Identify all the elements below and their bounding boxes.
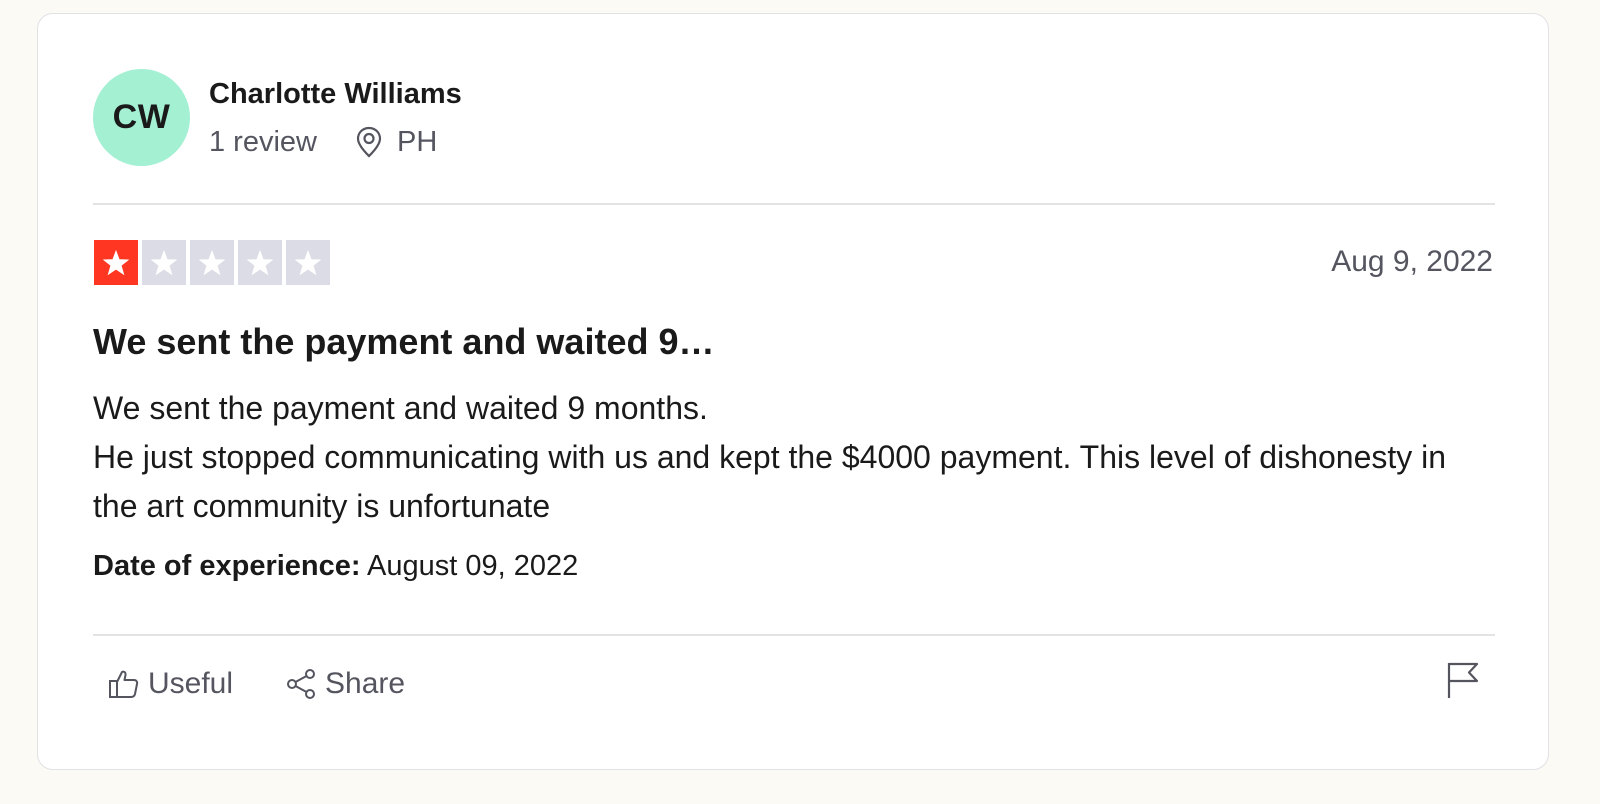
review-body: We sent the payment and waited 9 months.… — [93, 384, 1493, 531]
header-divider — [93, 203, 1495, 205]
flag-icon — [1447, 662, 1479, 698]
footer-divider — [93, 634, 1495, 636]
avatar[interactable]: CW — [93, 69, 190, 166]
reviews-count: 1 review — [209, 125, 317, 158]
review-actions: Useful Share — [108, 664, 405, 704]
consumer-header: CW Charlotte Williams 1 review PH — [93, 69, 462, 166]
share-label: Share — [325, 667, 406, 700]
experience-date: August 09, 2022 — [367, 550, 579, 582]
star-empty-icon — [286, 240, 330, 285]
star-empty-icon — [190, 240, 234, 285]
review-body-line: We sent the payment and waited 9 months. — [93, 390, 708, 426]
useful-button[interactable]: Useful — [108, 664, 233, 704]
star-rating — [94, 240, 334, 285]
review-date: Aug 9, 2022 — [1331, 245, 1493, 278]
review-card: CW Charlotte Williams 1 review PH Aug 9,… — [37, 13, 1549, 770]
consumer-info: Charlotte Williams 1 review PH — [209, 76, 462, 160]
star-empty-icon — [142, 240, 186, 285]
review-title[interactable]: We sent the payment and waited 9… — [93, 320, 714, 364]
report-button[interactable] — [1446, 660, 1480, 700]
consumer-location: PH — [355, 124, 437, 160]
experience-label: Date of experience: — [93, 550, 361, 582]
location-pin-icon — [356, 126, 382, 157]
review-body-line: He just stopped communicating with us an… — [93, 439, 1447, 524]
consumer-meta: 1 review PH — [209, 124, 462, 160]
consumer-name[interactable]: Charlotte Williams — [209, 76, 462, 112]
location-text: PH — [397, 125, 438, 158]
star-empty-icon — [238, 240, 282, 285]
thumbs-up-icon — [109, 670, 139, 698]
useful-label: Useful — [148, 667, 234, 700]
share-icon — [287, 669, 316, 699]
star-filled-icon — [94, 240, 138, 285]
share-button[interactable]: Share — [285, 664, 405, 704]
date-of-experience: Date of experience: August 09, 2022 — [93, 548, 578, 584]
